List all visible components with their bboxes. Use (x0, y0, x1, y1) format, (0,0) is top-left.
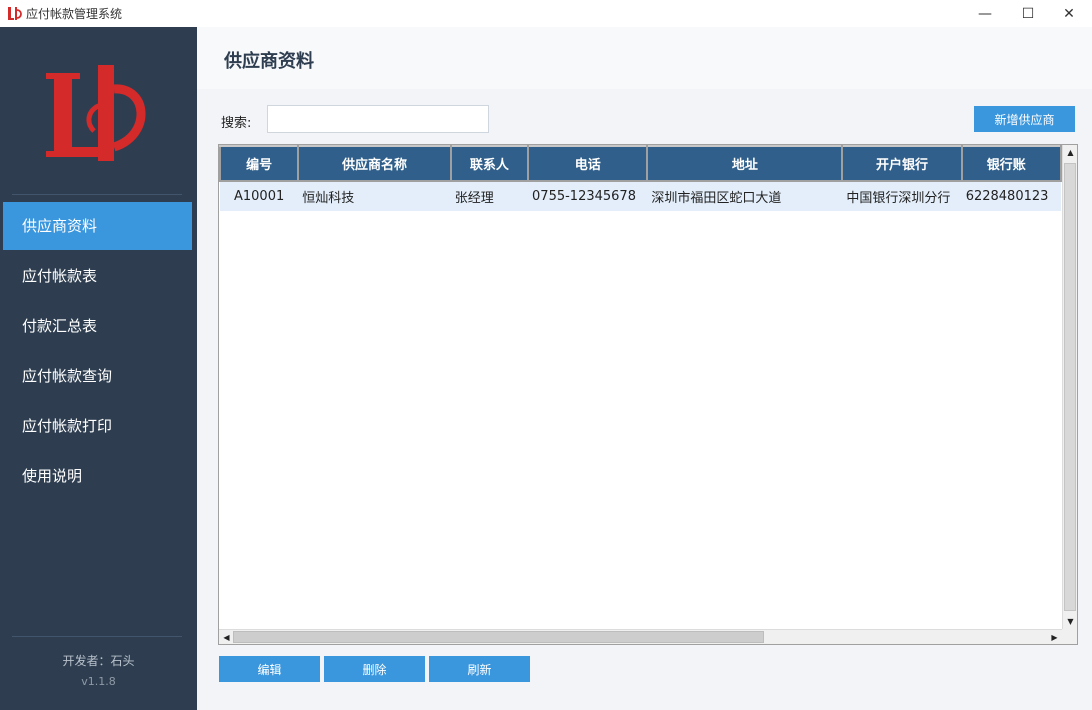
add-supplier-button[interactable]: 新增供应商 (974, 106, 1075, 132)
cell-bank[interactable]: 中国银行深圳分行 (842, 181, 962, 211)
vertical-scroll-thumb[interactable] (1064, 163, 1076, 611)
cell-address[interactable]: 深圳市福田区蛇口大道 (647, 181, 843, 211)
main-panel: 供应商资料 搜索: 新增供应商 编号 供应商名称 联系人 电话 地址 开户银行 (197, 27, 1092, 710)
edit-button[interactable]: 编辑 (219, 656, 320, 682)
sidebar: 供应商资料 应付帐款表 付款汇总表 应付帐款查询 应付帐款打印 使用说明 开发者… (0, 27, 197, 710)
maximize-button[interactable]: ☐ (1005, 0, 1051, 27)
column-header-address[interactable]: 地址 (646, 145, 844, 182)
minimize-button[interactable]: — (962, 0, 1008, 27)
scroll-left-icon[interactable]: ◀ (219, 630, 234, 644)
version-label: v1.1.8 (81, 675, 116, 688)
search-input[interactable] (267, 105, 489, 133)
cell-bank-account[interactable]: 6228480123 (961, 181, 1061, 211)
sidebar-item-payables-query[interactable]: 应付帐款查询 (3, 352, 192, 400)
column-header-id[interactable]: 编号 (219, 145, 300, 182)
scroll-right-icon[interactable]: ▶ (1047, 630, 1062, 644)
sidebar-item-supplier-info[interactable]: 供应商资料 (3, 202, 192, 250)
sidebar-divider (12, 194, 182, 195)
supplier-table: 编号 供应商名称 联系人 电话 地址 开户银行 银行账 A10001 恒灿科技 … (218, 144, 1078, 645)
scroll-down-icon[interactable]: ▼ (1063, 614, 1077, 629)
cell-phone[interactable]: 0755-12345678 (528, 181, 648, 211)
column-header-contact[interactable]: 联系人 (449, 145, 530, 182)
scroll-up-icon[interactable]: ▲ (1063, 145, 1077, 160)
title-bar: 应付帐款管理系统 — ☐ ✕ (0, 0, 1092, 27)
window-title: 应付帐款管理系统 (26, 7, 123, 21)
app-logo-icon (8, 7, 22, 20)
scrollbar-corner (1062, 629, 1077, 644)
page-header: 供应商资料 (197, 27, 1092, 89)
table-header-row: 编号 供应商名称 联系人 电话 地址 开户银行 银行账 (219, 145, 1062, 182)
sidebar-item-user-guide[interactable]: 使用说明 (3, 452, 192, 500)
vertical-scrollbar[interactable]: ▲ ▼ (1062, 145, 1077, 629)
column-header-supplier-name[interactable]: 供应商名称 (297, 145, 452, 182)
cell-id[interactable]: A10001 (220, 181, 299, 211)
delete-button[interactable]: 删除 (324, 656, 425, 682)
refresh-button[interactable]: 刷新 (429, 656, 530, 682)
horizontal-scroll-thumb[interactable] (233, 631, 764, 643)
cell-supplier-name[interactable]: 恒灿科技 (298, 181, 451, 211)
sidebar-item-payables[interactable]: 应付帐款表 (3, 252, 192, 300)
column-header-bank-account[interactable]: 银行账 (960, 145, 1062, 182)
developer-label: 开发者：石头 (62, 654, 135, 668)
search-label: 搜索: (221, 116, 252, 131)
column-header-phone[interactable]: 电话 (527, 145, 649, 182)
horizontal-scrollbar[interactable]: ◀ ▶ (219, 629, 1062, 644)
column-header-bank[interactable]: 开户银行 (841, 145, 963, 182)
sidebar-item-payables-print[interactable]: 应付帐款打印 (3, 402, 192, 450)
sidebar-item-payment-summary[interactable]: 付款汇总表 (3, 302, 192, 350)
cell-contact[interactable]: 张经理 (450, 181, 529, 211)
page-title: 供应商资料 (224, 51, 314, 72)
sidebar-footer-divider (12, 636, 182, 637)
close-button[interactable]: ✕ (1046, 0, 1092, 27)
company-logo (46, 65, 146, 161)
table-viewport: 编号 供应商名称 联系人 电话 地址 开户银行 银行账 A10001 恒灿科技 … (219, 145, 1062, 629)
data-table: 编号 供应商名称 联系人 电话 地址 开户银行 银行账 A10001 恒灿科技 … (219, 145, 1062, 211)
table-row[interactable]: A10001 恒灿科技 张经理 0755-12345678 深圳市福田区蛇口大道… (220, 181, 1061, 211)
